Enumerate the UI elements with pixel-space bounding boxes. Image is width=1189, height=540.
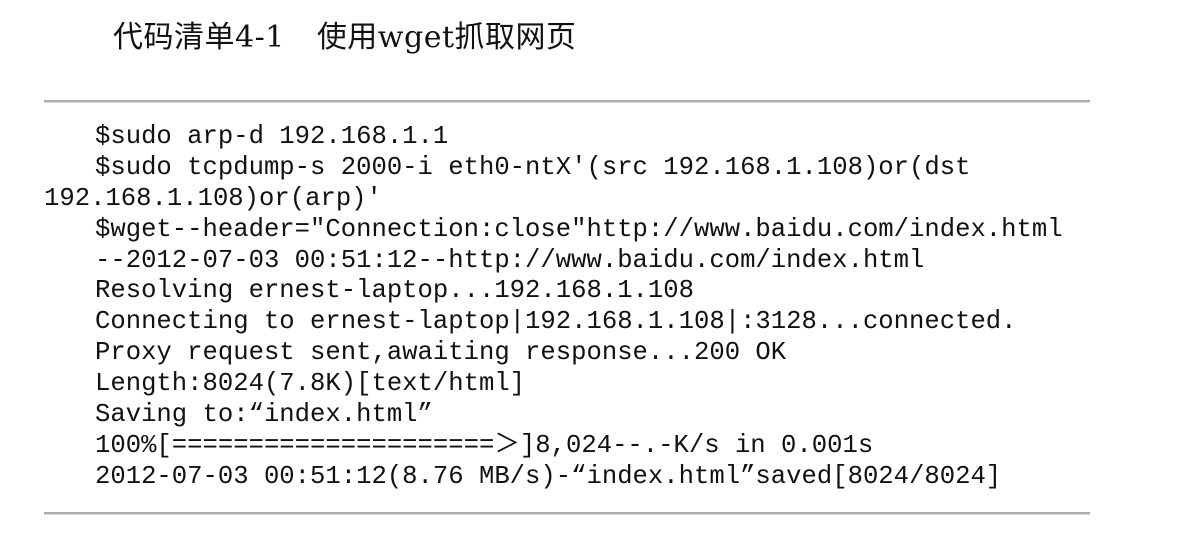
code-line: Connecting to ernest-laptop|192.168.1.10… [95,307,1017,337]
bottom-rule [44,512,1090,515]
listing-label: 代码清单4-1 [113,20,285,55]
listing-title: 代码清单4-1 使用wget抓取网页 [113,12,577,56]
code-line-continuation: 192.168.1.108)or(arp)' [44,183,382,213]
code-line: Proxy request sent,awaiting response...2… [95,338,787,368]
top-rule [44,100,1090,103]
code-line: $wget--header="Connection:close"http://w… [95,214,1063,244]
code-line: --2012-07-03 00:51:12--http://www.baidu.… [95,245,925,275]
code-line: $sudo tcpdump-s 2000-i eth0-ntX'(src 192… [95,152,971,182]
code-line: Saving to:“index.html” [95,400,433,430]
code-block: $sudo arp-d 192.168.1.1 $sudo tcpdump-s 2… [44,122,1144,493]
code-line: $sudo arp-d 192.168.1.1 [95,122,449,151]
code-line: Length:8024(7.8K)[text/html] [95,369,526,399]
code-line: 100%[=====================＞]8,024--.-K/s… [95,430,874,460]
code-line: Resolving ernest-laptop...192.168.1.108 [95,276,694,306]
code-line: 2012-07-03 00:51:12(8.76 MB/s)-“index.ht… [95,461,1002,491]
listing-caption: 使用wget抓取网页 [316,20,577,55]
